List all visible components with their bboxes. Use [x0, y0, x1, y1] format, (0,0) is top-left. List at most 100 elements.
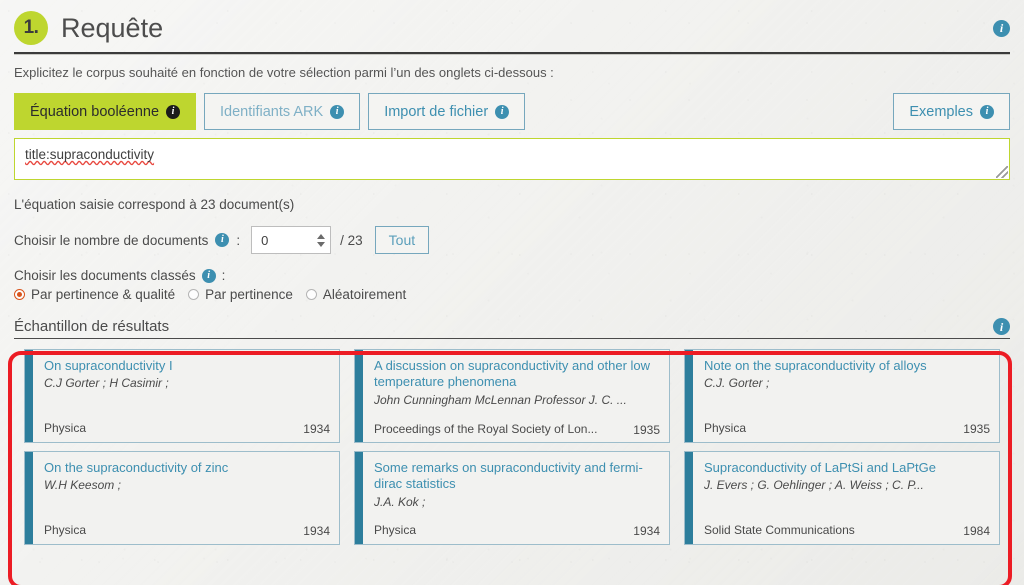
documents-count-colon: :: [236, 232, 241, 248]
tab-equation-booleenne[interactable]: Équation booléenne i: [14, 93, 197, 130]
tab-identifiants-ark-info-icon[interactable]: i: [330, 104, 345, 119]
results-title: Échantillon de résultats: [14, 318, 170, 335]
card-authors: John Cunningham McLennan Professor J. C.…: [374, 392, 627, 407]
stepper-down-icon[interactable]: [317, 241, 326, 247]
card-accent-bar: [685, 350, 693, 442]
results-divider: [14, 338, 1010, 339]
radio-par-pertinence-label: Par pertinence: [205, 287, 293, 302]
card-authors: W.H Keesom ;: [44, 478, 121, 493]
card-accent-bar: [355, 452, 363, 544]
documents-total-label: / 23: [340, 232, 363, 248]
query-tabs: Équation booléenne i Identifiants ARK i …: [14, 93, 1010, 130]
select-all-documents-label: Tout: [388, 232, 416, 248]
page-title: Requête: [61, 12, 164, 43]
results-info-icon[interactable]: i: [993, 318, 1010, 335]
card-title[interactable]: Note on the supraconductivity of alloys: [704, 358, 990, 374]
card-title[interactable]: On the supraconductivity of zinc: [44, 460, 330, 476]
sorting-label-row: Choisir les documents classés i :: [14, 268, 1010, 283]
card-title[interactable]: On supraconductivity I: [44, 358, 330, 374]
sorting-options: Par pertinence & qualité Par pertinence …: [14, 287, 1010, 302]
examples-info-icon[interactable]: i: [980, 104, 994, 119]
card-body: Note on the supraconductivity of alloys …: [693, 350, 999, 442]
card-journal: Physica: [44, 421, 87, 436]
select-all-documents-button[interactable]: Tout: [374, 226, 430, 254]
query-field-wrapper: title:supraconductivity: [14, 138, 1010, 180]
tab-identifiants-ark[interactable]: Identifiants ARK i: [204, 93, 361, 130]
card-authors: C.J Gorter ; H Casimir ;: [44, 376, 169, 391]
card-title[interactable]: Supraconductivity of LaPtSi and LaPtGe: [704, 460, 990, 476]
tab-import-de-fichier-label: Import de fichier: [384, 103, 489, 120]
results-grid: On supraconductivity I C.J Gorter ; H Ca…: [24, 349, 1000, 545]
header-info-icon[interactable]: i: [993, 19, 1010, 37]
tabs-spacer: [533, 93, 885, 130]
radio-par-pertinence-control[interactable]: [188, 289, 200, 300]
card-footer: Solid State Communications 1984: [704, 523, 990, 538]
card-journal: Solid State Communications: [704, 523, 855, 538]
card-year: 1934: [303, 524, 330, 538]
page-header: 1. Requête i: [0, 0, 1024, 48]
tab-equation-booleenne-label: Équation booléenne: [30, 103, 160, 120]
table-row[interactable]: Supraconductivity of LaPtSi and LaPtGe J…: [684, 451, 1000, 545]
radio-par-pertinence-et-qualite-label: Par pertinence & qualité: [31, 287, 176, 302]
documents-count-input[interactable]: 0: [251, 226, 332, 254]
card-title[interactable]: A discussion on supraconductivity and ot…: [374, 358, 660, 391]
sorting-info-icon[interactable]: i: [201, 268, 216, 283]
card-year: 1935: [633, 423, 660, 437]
radio-par-pertinence[interactable]: Par pertinence: [188, 287, 293, 302]
card-authors: C.J. Gorter ;: [704, 376, 770, 391]
radio-aleatoirement-label: Aléatoirement: [322, 287, 407, 302]
card-accent-bar: [25, 350, 33, 442]
examples-button[interactable]: Exemples i: [893, 93, 1010, 130]
card-year: 1934: [303, 422, 330, 436]
card-year: 1935: [963, 422, 990, 436]
card-body: On the supraconductivity of zinc W.H Kee…: [33, 452, 339, 544]
card-footer: Physica 1934: [374, 523, 660, 538]
table-row[interactable]: On the supraconductivity of zinc W.H Kee…: [24, 451, 340, 545]
card-body: A discussion on supraconductivity and ot…: [363, 350, 669, 442]
card-body: Supraconductivity of LaPtSi and LaPtGe J…: [693, 452, 999, 544]
documents-count-label: Choisir le nombre de documents: [14, 232, 209, 248]
tab-identifiants-ark-label: Identifiants ARK: [220, 103, 324, 120]
table-row[interactable]: On supraconductivity I C.J Gorter ; H Ca…: [24, 349, 340, 443]
step-number-badge: 1.: [14, 11, 48, 45]
radio-aleatoirement-control[interactable]: [305, 289, 317, 300]
documents-count-info-icon[interactable]: i: [215, 233, 230, 247]
documents-count-row: Choisir le nombre de documents i : 0 / 2…: [14, 226, 1010, 254]
stepper-up-icon[interactable]: [317, 233, 326, 239]
tab-import-de-fichier[interactable]: Import de fichier i: [368, 93, 526, 130]
sorting-label: Choisir les documents classés: [14, 268, 196, 283]
table-row[interactable]: Note on the supraconductivity of alloys …: [684, 349, 1000, 443]
documents-count-value: 0: [261, 232, 269, 248]
card-authors: J.A. Kok ;: [374, 494, 426, 509]
card-footer: Physica 1934: [44, 421, 330, 436]
card-journal: Physica: [704, 421, 747, 436]
results-header: Échantillon de résultats i: [14, 318, 1010, 335]
tab-equation-booleenne-info-icon[interactable]: i: [166, 104, 181, 119]
card-footer: Physica 1935: [704, 421, 990, 436]
card-accent-bar: [685, 452, 693, 544]
card-title[interactable]: Some remarks on supraconductivity and fe…: [374, 460, 660, 493]
card-journal: Proceedings of the Royal Society of Lon.…: [374, 422, 598, 437]
sorting-colon: :: [221, 268, 226, 283]
query-input[interactable]: [14, 138, 1010, 180]
documents-count-stepper[interactable]: [315, 227, 330, 253]
card-accent-bar: [25, 452, 33, 544]
table-row[interactable]: A discussion on supraconductivity and ot…: [354, 349, 670, 443]
table-row[interactable]: Some remarks on supraconductivity and fe…: [354, 451, 670, 545]
card-body: Some remarks on supraconductivity and fe…: [363, 452, 669, 544]
card-footer: Proceedings of the Royal Society of Lon.…: [374, 422, 660, 437]
card-footer: Physica 1934: [44, 523, 330, 538]
card-year: 1984: [963, 524, 990, 538]
intro-text: Explicitez le corpus souhaité en fonctio…: [14, 65, 554, 80]
card-journal: Physica: [44, 523, 87, 538]
card-year: 1934: [633, 524, 660, 538]
examples-button-label: Exemples: [909, 103, 973, 120]
radio-aleatoirement[interactable]: Aléatoirement: [305, 287, 407, 302]
radio-par-pertinence-et-qualite-control[interactable]: [14, 289, 25, 300]
tab-import-de-fichier-info-icon[interactable]: i: [495, 104, 510, 119]
card-authors: J. Evers ; G. Oehlinger ; A. Weiss ; C. …: [704, 478, 924, 493]
radio-par-pertinence-et-qualite[interactable]: Par pertinence & qualité: [14, 287, 175, 302]
card-journal: Physica: [374, 523, 417, 538]
result-count-text: L'équation saisie correspond à 23 docume…: [14, 197, 295, 212]
card-accent-bar: [355, 350, 363, 442]
